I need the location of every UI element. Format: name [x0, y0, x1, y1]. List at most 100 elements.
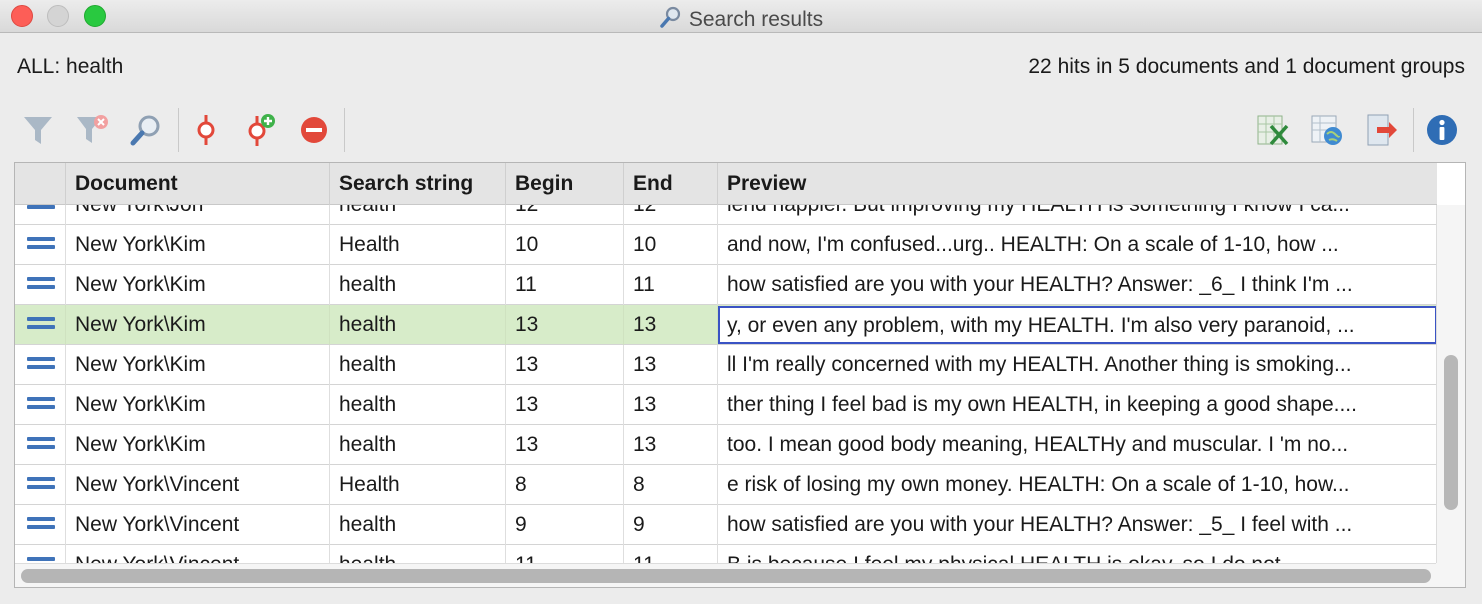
row-handle-cell[interactable] — [15, 505, 66, 545]
cell-end: 13 — [624, 345, 718, 385]
row-handle-cell[interactable] — [15, 345, 66, 385]
cell-search-string: health — [330, 385, 506, 425]
row-handle-cell[interactable] — [15, 265, 66, 305]
export-icon — [1367, 114, 1397, 146]
cell-preview: y, or even any problem, with my HEALTH. … — [718, 306, 1437, 344]
table-row[interactable]: New York\Kim health 13 13 ll I'm really conc… — [15, 345, 1437, 385]
toolbar-separator — [178, 108, 179, 152]
drag-handle-icon[interactable] — [27, 317, 55, 333]
drag-handle-icon[interactable] — [27, 277, 55, 293]
column-header-end[interactable]: End — [624, 163, 718, 205]
table-row[interactable]: New York\Vincent health 9 9 how satisfied ar… — [15, 505, 1437, 545]
cell-begin: 10 — [506, 225, 624, 265]
cell-begin: 8 — [506, 465, 624, 505]
table-row[interactable]: New York\Kim health 13 13 y, or even any pro… — [15, 305, 1437, 345]
cell-begin: 13 — [506, 345, 624, 385]
cell-preview: how satisfied are you with your HEALTH? … — [727, 273, 1353, 296]
add-code-button[interactable] — [240, 110, 280, 150]
cell-document: New York\Kim — [66, 345, 330, 385]
horizontal-scrollbar[interactable] — [15, 563, 1437, 587]
drag-handle-icon[interactable] — [27, 397, 55, 413]
cell-begin: 13 — [506, 385, 624, 425]
code-segment-button[interactable] — [186, 110, 226, 150]
cell-document: New York\Vincent — [66, 465, 330, 505]
search-query: ALL: health — [17, 55, 124, 78]
filter-icon — [24, 117, 52, 144]
row-handle-cell[interactable] — [15, 465, 66, 505]
cell-end: 13 — [624, 385, 718, 425]
results-table[interactable]: Document Search string Begin End Preview… — [14, 162, 1466, 588]
cell-search-string: health — [330, 265, 506, 305]
column-header-begin[interactable]: Begin — [506, 163, 624, 205]
export-excel-icon — [1257, 115, 1289, 146]
info-icon — [1427, 115, 1457, 145]
cell-end: 10 — [624, 225, 718, 265]
drag-handle-icon[interactable] — [27, 437, 55, 453]
cell-end: 13 — [624, 425, 718, 465]
cell-end: 11 — [624, 265, 718, 305]
cell-begin: 13 — [506, 425, 624, 465]
vertical-scrollbar[interactable] — [1436, 205, 1465, 587]
title-bar: Search results — [0, 0, 1482, 33]
cell-document: New York\Kim — [66, 385, 330, 425]
row-handle-cell[interactable] — [15, 425, 66, 465]
code-segment-icon — [197, 115, 215, 145]
drag-handle-icon[interactable] — [27, 517, 55, 533]
cell-end: 8 — [624, 465, 718, 505]
table-row[interactable]: New York\Vincent Health 8 8 e risk of losing… — [15, 465, 1437, 505]
cell-begin: 11 — [506, 265, 624, 305]
cell-end: 9 — [624, 505, 718, 545]
row-handle-cell[interactable] — [15, 385, 66, 425]
cell-preview: ther thing I feel bad is my own HEALTH, … — [727, 393, 1357, 416]
drag-handle-icon[interactable] — [27, 477, 55, 493]
export-excel-button[interactable] — [1253, 110, 1293, 150]
toolbar-separator — [344, 108, 345, 152]
cell-preview: e risk of losing my own money. HEALTH: O… — [727, 473, 1350, 496]
cell-preview: ll I'm really concerned with my HEALTH. … — [727, 353, 1352, 376]
horizontal-scroll-thumb[interactable] — [21, 569, 1431, 583]
search-button[interactable] — [126, 110, 166, 150]
remove-icon — [301, 117, 327, 143]
magnifier-icon — [659, 5, 683, 35]
table-row[interactable]: New York\Kim health 11 11 how satisfied are … — [15, 265, 1437, 305]
export-html-button[interactable] — [1307, 110, 1347, 150]
remove-button[interactable] — [294, 110, 334, 150]
search-icon — [130, 115, 160, 146]
window-title-text: Search results — [688, 8, 824, 31]
clear-filter-button[interactable] — [72, 110, 112, 150]
drag-handle-icon[interactable] — [27, 237, 55, 253]
cell-search-string: health — [330, 345, 506, 385]
scroll-corner — [1436, 563, 1465, 587]
vertical-scroll-thumb[interactable] — [1444, 355, 1458, 510]
column-header-document[interactable]: Document — [66, 163, 330, 205]
table-body: New York\Jonhealth1212lend happier. But … — [15, 185, 1437, 585]
cell-begin: 13 — [506, 305, 624, 345]
cell-preview: how satisfied are you with your HEALTH? … — [727, 513, 1353, 536]
column-header-preview[interactable]: Preview — [718, 163, 1437, 205]
export-html-icon — [1311, 115, 1342, 145]
table-row[interactable]: New York\Kim Health 10 10 and now, I'm confu… — [15, 225, 1437, 265]
cell-document: New York\Kim — [66, 305, 330, 345]
cell-begin: 9 — [506, 505, 624, 545]
column-header-search-string[interactable]: Search string — [330, 163, 506, 205]
cell-document: New York\Kim — [66, 225, 330, 265]
cell-search-string: health — [330, 425, 506, 465]
window-title: Search results — [0, 5, 1482, 35]
table-header: Document Search string Begin End Preview — [15, 163, 1437, 205]
cell-document: New York\Kim — [66, 425, 330, 465]
row-handle-cell[interactable] — [15, 305, 66, 345]
row-handle-cell[interactable] — [15, 225, 66, 265]
cell-search-string: health — [330, 305, 506, 345]
cell-search-string: Health — [330, 465, 506, 505]
cell-end: 13 — [624, 305, 718, 345]
cell-search-string: health — [330, 505, 506, 545]
toolbar-separator — [1413, 108, 1414, 152]
drag-handle-icon[interactable] — [27, 357, 55, 373]
info-button[interactable] — [1422, 110, 1462, 150]
hit-summary: 22 hits in 5 documents and 1 document gr… — [1028, 55, 1465, 78]
table-row[interactable]: New York\Kim health 13 13 ther thing I feel … — [15, 385, 1437, 425]
column-header-handle[interactable] — [15, 163, 66, 205]
table-row[interactable]: New York\Kim health 13 13 too. I mean good b… — [15, 425, 1437, 465]
filter-button[interactable] — [18, 110, 58, 150]
export-button[interactable] — [1361, 110, 1401, 150]
